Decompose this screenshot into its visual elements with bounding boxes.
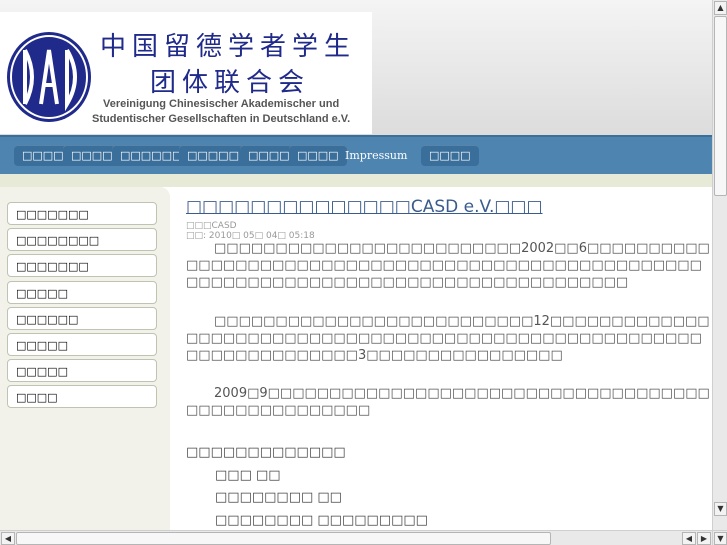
article-list-heading: □□□□□□□□□□□□□ [186, 445, 346, 460]
article-list-item-3: □□□□□□□□ □□□□□□□□□ [215, 513, 428, 528]
sidebar-item-7[interactable]: □□□□□ [7, 359, 157, 382]
scrollbar-corner: ▼ [712, 530, 727, 545]
vcast-logo-emblem [7, 32, 91, 122]
scroll-left-arrow-icon[interactable]: ◀ [682, 532, 696, 545]
nav-item-8[interactable]: □□□□ [421, 145, 479, 166]
scroll-left-arrow-icon[interactable]: ◀ [1, 532, 15, 545]
title-chinese-line2: 团体联合会 [150, 68, 311, 98]
site-header: 中国留德学者学生 团体联合会 Vereinigung Chinesischer … [0, 0, 712, 135]
title-german-line1: Vereinigung Chinesischer Akademischer un… [103, 98, 340, 110]
nav-item-impressum[interactable]: Impressum [337, 145, 415, 166]
article-paragraph-3: 2009□9□□□□□□□□□□□□□□□□□□□□□□□□□□□□□□□□□□… [186, 386, 710, 418]
logo-banner[interactable]: 中国留德学者学生 团体联合会 Vereinigung Chinesischer … [0, 12, 372, 134]
sidebar-item-3[interactable]: □□□□□□□ [7, 254, 157, 277]
sidebar-item-4[interactable]: □□□□□ [7, 281, 157, 304]
nav-item-4[interactable]: □□□□□ [179, 145, 247, 166]
title-chinese-line1: 中国留德学者学生 [100, 32, 357, 62]
sidebar-item-5[interactable]: □□□□□□ [7, 307, 157, 330]
article-title-link[interactable]: □□□□□□□□□□□□□□CASD e.V.□□□ [186, 197, 543, 217]
article-list-item-2: □□□□□□□□ □□ [215, 490, 342, 505]
sidebar-item-6[interactable]: □□□□□ [7, 333, 157, 356]
sidebar-item-2[interactable]: □□□□□□□□ [7, 228, 157, 251]
horizontal-scrollbar[interactable]: ◀ ◀ ▶ [0, 530, 712, 545]
scroll-down-arrow-icon[interactable]: ▼ [714, 502, 727, 516]
scroll-right-arrow-icon[interactable]: ▶ [697, 532, 711, 545]
vertical-scrollbar[interactable]: ▲ ▼ [712, 0, 727, 530]
nav-divider [0, 174, 712, 187]
article-paragraph-1: □□□□□□□□□□□□□□□□□□□□□□□□□2002□□6□□□□□□□□… [186, 241, 710, 290]
sidebar: □□□□□□□ □□□□□□□□ □□□□□□□ □□□□□ □□□□□□ □□… [0, 187, 170, 532]
main-nav: □□□□ □□□□ □□□□□□ □□□□□ □□□□ □□□□ Impress… [0, 135, 712, 174]
article-content: □□□□□□□□□□□□□□CASD e.V.□□□ □□□CASD □□: 2… [177, 187, 712, 532]
vertical-scroll-thumb[interactable] [714, 16, 727, 196]
title-german-line2: Studentischer Gesellschaften in Deutschl… [92, 113, 351, 125]
sidebar-item-1[interactable]: □□□□□□□ [7, 202, 157, 225]
scroll-up-arrow-icon[interactable]: ▲ [714, 1, 727, 15]
article-author: □□□CASD [186, 221, 237, 231]
horizontal-scroll-thumb[interactable] [16, 532, 551, 545]
article-list-item-1: □□□ □□ [215, 468, 281, 483]
sidebar-item-8[interactable]: □□□□ [7, 385, 157, 408]
article-paragraph-2: □□□□□□□□□□□□□□□□□□□□□□□□□□12□□□□□□□□□□□□… [186, 314, 710, 363]
scroll-down-arrow-icon[interactable]: ▼ [714, 532, 727, 545]
